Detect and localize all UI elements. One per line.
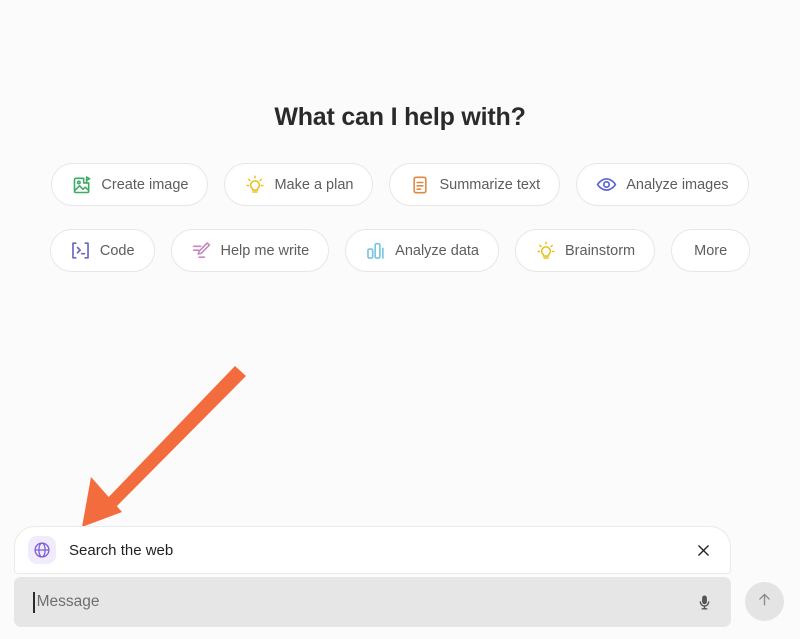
suggestion-chip-label: Make a plan: [274, 176, 354, 193]
composer: Search the web: [14, 526, 731, 574]
arrow-up-icon: [756, 591, 773, 613]
globe-icon: [28, 536, 56, 564]
microphone-icon[interactable]: [691, 589, 717, 615]
suggestion-chip-label: Brainstorm: [565, 242, 636, 259]
suggestion-row-2: Code Help me write Analyze data Brainsto…: [0, 229, 800, 272]
suggestion-chip-label: Analyze images: [626, 176, 729, 193]
suggestion-chip-make-a-plan[interactable]: Make a plan: [224, 163, 374, 206]
terminal-icon: [70, 240, 91, 261]
suggestion-chip-create-image[interactable]: Create image: [51, 163, 209, 206]
suggestion-chip-label: Analyze data: [395, 242, 479, 259]
eye-icon: [596, 174, 617, 195]
annotation-arrow: [82, 366, 246, 527]
suggestion-chip-more[interactable]: More: [671, 229, 751, 272]
image-icon: [71, 174, 92, 195]
pencil-icon: [191, 240, 212, 261]
lightbulb-icon: [535, 240, 556, 261]
lightbulb-icon: [244, 174, 265, 195]
suggestion-chip-label: Code: [99, 242, 135, 259]
suggestion-chip-label: More: [694, 242, 728, 259]
suggestion-chip-summarize-text[interactable]: Summarize text: [389, 163, 561, 206]
suggestion-chip-code[interactable]: Code: [49, 229, 155, 272]
document-icon: [409, 174, 430, 195]
message-input-bar[interactable]: [14, 577, 731, 627]
suggestion-chip-label: Help me write: [220, 242, 310, 259]
close-icon[interactable]: [690, 537, 716, 563]
suggestion-chip-label: Create image: [101, 176, 189, 193]
web-search-pill[interactable]: Search the web: [14, 526, 731, 574]
suggestion-chip-brainstorm[interactable]: Brainstorm: [515, 229, 656, 272]
suggestion-chip-analyze-images[interactable]: Analyze images: [576, 163, 749, 206]
suggestion-chip-analyze-data[interactable]: Analyze data: [345, 229, 499, 272]
suggestion-chip-label: Summarize text: [439, 176, 541, 193]
web-search-label: Search the web: [69, 541, 174, 559]
message-input[interactable]: [34, 577, 691, 627]
suggestion-chip-help-me-write[interactable]: Help me write: [170, 229, 330, 272]
suggestion-row-1: Create image Make a plan Summarize text: [0, 163, 800, 206]
barchart-icon: [365, 240, 386, 261]
page-title: What can I help with?: [274, 103, 526, 131]
send-button[interactable]: [745, 582, 784, 621]
